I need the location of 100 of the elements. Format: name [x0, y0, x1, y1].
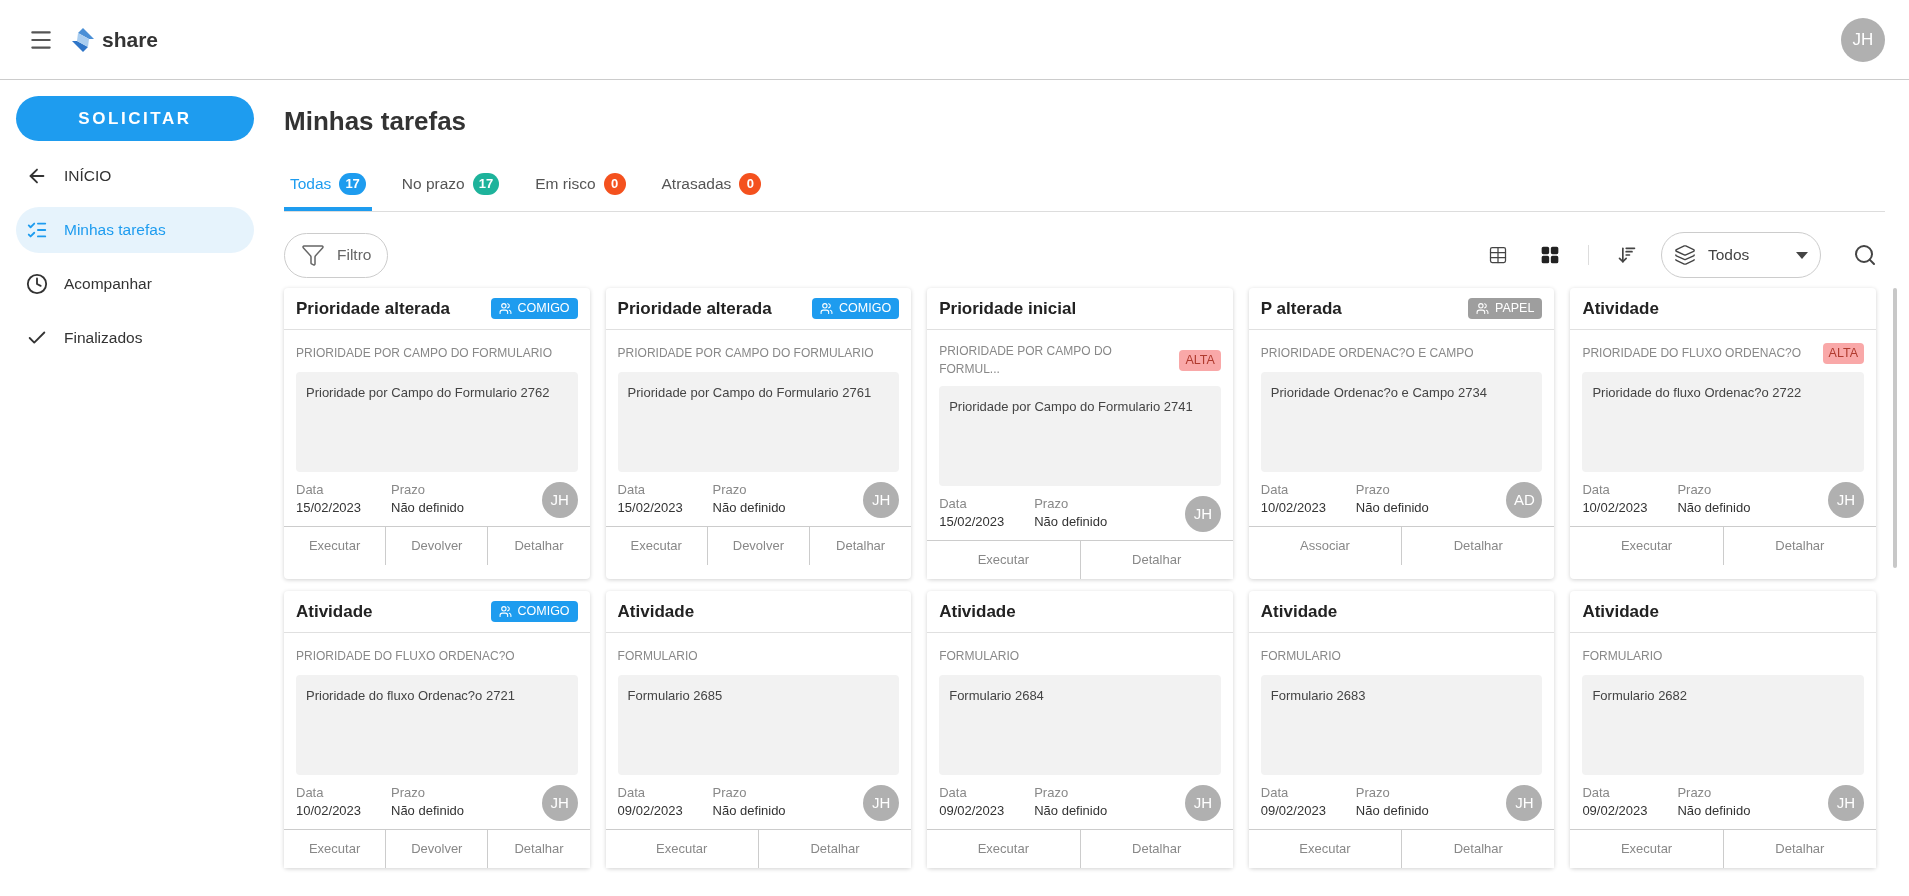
- card-action-button[interactable]: Detalhar: [487, 527, 590, 565]
- date-value: 09/02/2023: [1582, 802, 1649, 820]
- task-description: Formulario 2683: [1270, 688, 1366, 703]
- date-value: 15/02/2023: [939, 513, 1006, 531]
- task-category: PRIORIDADE POR CAMPO DO FORMULARIO: [296, 345, 553, 362]
- task-category: FORMULARIO: [1260, 648, 1341, 665]
- deadline-label: Prazo: [1355, 482, 1391, 498]
- date-label: Data: [296, 482, 325, 498]
- deadline-label: Prazo: [391, 785, 426, 801]
- caret-icon: [1796, 251, 1808, 259]
- group-icon: [1476, 302, 1489, 315]
- nav-item[interactable]: INÍCIO: [16, 153, 254, 199]
- date-value: 09/02/2023: [617, 802, 684, 820]
- task-description: Prioridade por Campo do Formulario 2741: [949, 399, 1193, 414]
- task-description: Formulario 2682: [1592, 688, 1688, 703]
- deadline-value: Não definido: [712, 499, 787, 517]
- date-value: 15/02/2023: [296, 499, 363, 517]
- deadline-label: Prazo: [391, 482, 426, 498]
- badge-label: PAPEL: [1495, 300, 1535, 318]
- user-avatar[interactable]: JH: [1841, 17, 1885, 62]
- status-tab[interactable]: No prazo 17: [395, 161, 506, 211]
- task-description: Formulario 2685: [627, 688, 723, 703]
- assignee-avatar: JH: [1184, 785, 1221, 821]
- assignee-avatar: JH: [863, 482, 900, 518]
- assignee-avatar: JH: [541, 482, 578, 518]
- priority-tag: ALTA: [1822, 342, 1864, 364]
- request-button[interactable]: SOLICITAR: [16, 96, 254, 141]
- card-action-button[interactable]: Detalhar: [1079, 830, 1233, 868]
- assignee-avatar: JH: [1506, 785, 1543, 821]
- scrollbar-thumb[interactable]: [1893, 288, 1897, 568]
- card-action-button[interactable]: Devolver: [385, 830, 488, 868]
- date-label: Data: [1582, 785, 1611, 801]
- card-action-button[interactable]: Executar: [1248, 830, 1402, 868]
- priority-tag: ALTA: [1179, 349, 1221, 371]
- task-category: PRIORIDADE ORDENAC?O E CAMPO: [1260, 345, 1474, 362]
- date-label: Data: [296, 785, 325, 801]
- deadline-value: Não definido: [1034, 802, 1109, 820]
- task-category: FORMULARIO: [617, 648, 698, 665]
- layers-icon: [1674, 244, 1696, 266]
- card-action-button[interactable]: Executar: [927, 541, 1080, 579]
- sort-icon: [1617, 245, 1637, 265]
- assignee-avatar: JH: [541, 785, 578, 821]
- card-action-button[interactable]: Detalhar: [1722, 527, 1876, 565]
- date-label: Data: [1260, 482, 1290, 498]
- task-category: PRIORIDADE DO FLUXO ORDENAC?O: [1582, 345, 1802, 362]
- card-action-button[interactable]: Executar: [927, 830, 1080, 868]
- badge-label: COMIGO: [517, 603, 570, 621]
- date-label: Data: [1260, 785, 1290, 801]
- date-label: Data: [939, 785, 968, 801]
- deadline-value: Não definido: [1355, 499, 1430, 517]
- task-description: Prioridade do fluxo Ordenac?o 2722: [1592, 385, 1802, 400]
- card-action-button[interactable]: Detalhar: [487, 830, 590, 868]
- card-action-button[interactable]: Detalhar: [1722, 830, 1876, 868]
- status-tab[interactable]: Atrasadas 0: [655, 161, 768, 211]
- filter-icon: [301, 243, 325, 267]
- group-icon: [498, 302, 512, 315]
- date-value: 10/02/2023: [296, 802, 363, 820]
- card-action-button[interactable]: Detalhar: [757, 830, 912, 868]
- task-category: FORMULARIO: [939, 648, 1020, 665]
- count-badge: 0: [603, 173, 626, 195]
- deadline-label: Prazo: [712, 482, 748, 498]
- card-action-button[interactable]: Executar: [1570, 830, 1723, 868]
- deadline-label: Prazo: [1034, 496, 1070, 512]
- group-icon: [498, 605, 512, 618]
- status-tab[interactable]: Em risco 0: [529, 161, 632, 211]
- task-description: Prioridade por Campo do Formulario 2761: [627, 385, 872, 400]
- assignee-avatar: AD: [1506, 482, 1543, 518]
- date-value: 09/02/2023: [1260, 802, 1327, 820]
- card-title: Atividade: [1582, 600, 1659, 623]
- nav-item[interactable]: Finalizados: [16, 315, 254, 361]
- card-action-button[interactable]: Detalhar: [1401, 527, 1555, 565]
- nav-item[interactable]: Minhas tarefas: [16, 207, 254, 253]
- card-title: Prioridade alterada: [296, 297, 450, 320]
- assignee-avatar: JH: [1828, 482, 1864, 518]
- deadline-value: Não definido: [1355, 802, 1430, 820]
- card-action-button[interactable]: Executar: [605, 830, 758, 868]
- deadline-value: Não definido: [1677, 499, 1752, 517]
- count-badge: 0: [739, 173, 762, 195]
- deadline-label: Prazo: [1034, 785, 1070, 801]
- card-action-button[interactable]: Executar: [284, 830, 386, 868]
- task-description: Prioridade do fluxo Ordenac?o 2721: [306, 688, 515, 703]
- card-title: Atividade: [1260, 600, 1338, 623]
- count-badge: 17: [472, 173, 500, 195]
- card-action-button[interactable]: Detalhar: [809, 527, 912, 565]
- date-value: 09/02/2023: [939, 802, 1006, 820]
- assignee-avatar: JH: [1184, 496, 1221, 532]
- table-icon: [1488, 245, 1508, 265]
- date-label: Data: [617, 482, 647, 498]
- deadline-label: Prazo: [1677, 785, 1713, 801]
- status-tab[interactable]: Todas 17: [284, 161, 372, 211]
- card-title: Atividade: [296, 600, 373, 623]
- card-title: Atividade: [617, 600, 695, 623]
- card-action-button[interactable]: Detalhar: [1401, 830, 1555, 868]
- deadline-label: Prazo: [1355, 785, 1391, 801]
- card-title: Atividade: [939, 600, 1016, 623]
- nav-item[interactable]: Acompanhar: [16, 261, 254, 307]
- date-value: 10/02/2023: [1582, 499, 1649, 517]
- card-action-button[interactable]: Detalhar: [1079, 541, 1233, 579]
- page-title: Minhas tarefas: [284, 105, 467, 138]
- date-value: 15/02/2023: [617, 499, 684, 517]
